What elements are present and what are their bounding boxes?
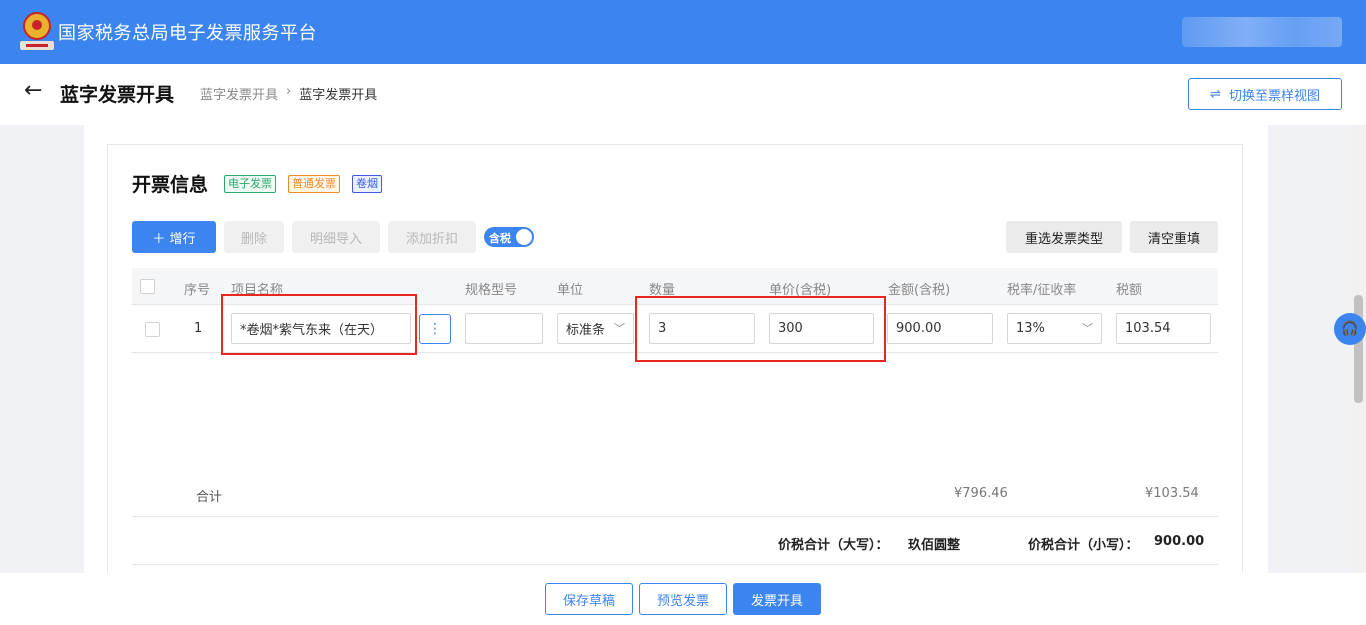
amount-input[interactable]: 900.00 bbox=[887, 313, 993, 344]
col-header-tax-amount: 税额 bbox=[1116, 283, 1143, 298]
tax-amount-input[interactable]: 103.54 bbox=[1116, 313, 1211, 344]
grand-total-lower-label: 价税合计（小写）： bbox=[1028, 538, 1139, 553]
back-arrow-icon[interactable]: ← bbox=[24, 78, 42, 103]
tag-cigarette: 卷烟 bbox=[352, 175, 382, 193]
total-label: 合计 bbox=[196, 490, 223, 505]
breadcrumb-item[interactable]: 蓝字发票开具 bbox=[200, 84, 278, 103]
clear-refill-button[interactable]: 清空重填 bbox=[1130, 221, 1218, 253]
switch-to-sample-view-button[interactable]: ⇌ 切换至票样视图 bbox=[1188, 78, 1342, 110]
summary-divider bbox=[132, 516, 1218, 517]
row-checkbox[interactable] bbox=[145, 322, 160, 337]
headset-support-icon[interactable]: 🎧 bbox=[1334, 313, 1366, 345]
col-header-tax-rate: 税率/征收率 bbox=[1007, 283, 1077, 298]
grand-total-divider bbox=[132, 564, 1218, 565]
grand-total-upper-value: 玖佰圆整 bbox=[908, 538, 961, 553]
total-tax: ¥103.54 bbox=[1145, 486, 1199, 501]
highlight-item-name bbox=[221, 294, 417, 355]
vertical-scrollbar[interactable] bbox=[1351, 125, 1366, 573]
highlight-quantity-price bbox=[635, 296, 886, 362]
chevron-down-icon: ﹀ bbox=[614, 322, 625, 335]
tag-electronic-invoice: 电子发票 bbox=[224, 175, 276, 193]
grand-total-upper-label: 价税合计（大写）： bbox=[778, 538, 889, 553]
select-all-checkbox[interactable] bbox=[140, 279, 155, 294]
preview-invoice-button[interactable]: 预览发票 bbox=[639, 583, 727, 615]
tax-included-toggle[interactable]: 含税 bbox=[484, 227, 534, 247]
toggle-knob bbox=[516, 229, 532, 245]
grand-total-lower-value: 900.00 bbox=[1154, 534, 1205, 549]
tax-toggle-label: 含税 bbox=[489, 232, 511, 245]
scrollbar-thumb[interactable] bbox=[1354, 295, 1363, 403]
more-options-button[interactable]: ⋮ bbox=[419, 314, 451, 344]
add-discount-button[interactable]: 添加折扣 bbox=[388, 221, 476, 253]
tax-rate-value: 13% bbox=[1016, 321, 1045, 336]
detail-import-button[interactable]: 明细导入 bbox=[292, 221, 380, 253]
top-bar: 国家税务总局电子发票服务平台 bbox=[0, 0, 1366, 64]
col-header-amount: 金额(含税) bbox=[888, 283, 951, 298]
breadcrumb-current: 蓝字发票开具 bbox=[299, 88, 378, 103]
page-title: 蓝字发票开具 bbox=[60, 84, 175, 106]
row-index: 1 bbox=[194, 321, 203, 336]
issue-invoice-button[interactable]: 发票开具 bbox=[733, 583, 821, 615]
unit-select[interactable]: 标准条 ﹀ bbox=[557, 313, 634, 344]
col-header-index: 序号 bbox=[184, 283, 211, 298]
page-header: ← 蓝字发票开具 蓝字发票开具 › 蓝字发票开具 ⇌ 切换至票样视图 bbox=[0, 64, 1366, 125]
user-info-blurred[interactable] bbox=[1182, 17, 1342, 47]
unit-value: 标准条 bbox=[566, 323, 606, 338]
chevron-down-icon: ﹀ bbox=[1082, 322, 1093, 335]
col-header-spec: 规格型号 bbox=[465, 283, 518, 298]
breadcrumb: 蓝字发票开具 › 蓝字发票开具 bbox=[200, 84, 377, 103]
total-amount: ¥796.46 bbox=[954, 486, 1008, 501]
breadcrumb-separator-icon: › bbox=[286, 84, 292, 99]
platform-title: 国家税务总局电子发票服务平台 bbox=[58, 23, 317, 44]
save-draft-button[interactable]: 保存草稿 bbox=[545, 583, 633, 615]
delete-button[interactable]: 删除 bbox=[224, 221, 284, 253]
add-row-button[interactable]: ＋ 增行 bbox=[132, 221, 216, 253]
vertical-dots-icon: ⋮ bbox=[428, 321, 442, 337]
tax-rate-select[interactable]: 13% ﹀ bbox=[1007, 313, 1102, 344]
spec-input[interactable] bbox=[465, 313, 543, 344]
switch-view-label: 切换至票样视图 bbox=[1228, 88, 1320, 104]
reselect-invoice-type-button[interactable]: 重选发票类型 bbox=[1006, 221, 1122, 253]
tag-normal-invoice: 普通发票 bbox=[288, 175, 340, 193]
section-title: 开票信息 bbox=[132, 174, 209, 196]
switch-arrows-icon: ⇌ bbox=[1210, 86, 1221, 102]
col-header-unit: 单位 bbox=[557, 283, 584, 298]
national-emblem-logo bbox=[20, 12, 54, 52]
